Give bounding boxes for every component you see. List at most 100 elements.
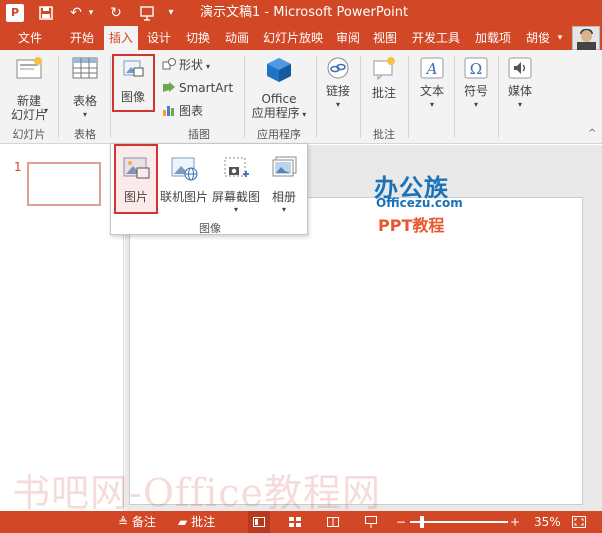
- ribbon: 新建 幻灯片 ▾ 幻灯片 表格 ▾ 表格 图像 形状 ▾ SmartArt 图表 …: [0, 50, 602, 144]
- shapes-icon: [162, 57, 176, 70]
- office-apps-label-1: Office: [261, 92, 297, 106]
- office-apps-button[interactable]: Office 应用程序 ▾: [248, 56, 310, 122]
- slide-thumbnail[interactable]: [27, 162, 101, 206]
- office-apps-icon: [267, 58, 291, 82]
- group-label-slides: 幻灯片: [12, 128, 46, 141]
- text-label: 文本: [419, 84, 444, 98]
- logo-url-text: Officezu.com: [376, 196, 463, 210]
- tab-developer[interactable]: 开发工具: [406, 26, 466, 50]
- slideshow-icon[interactable]: [362, 511, 380, 533]
- window-title: 演示文稿1 - Microsoft PowerPoint: [200, 5, 409, 20]
- shapes-dropdown-icon: ▾: [206, 62, 211, 71]
- tab-user-name[interactable]: 胡俊: [520, 26, 556, 50]
- picture-button-highlight: [114, 144, 158, 214]
- logo-bottom-text: PPT教程: [378, 216, 445, 235]
- smartart-icon: [162, 80, 176, 92]
- tab-view[interactable]: 视图: [368, 26, 402, 50]
- save-icon[interactable]: [36, 3, 56, 23]
- table-button[interactable]: 表格 ▾: [64, 56, 106, 122]
- photo-album-button[interactable]: 相册 ▾: [263, 148, 305, 214]
- undo-icon[interactable]: ↶: [66, 3, 86, 23]
- powerpoint-app-icon[interactable]: P: [6, 4, 24, 22]
- title-bar: P ↶ ▾ ↻ ▾ 演示文稿1 - Microsoft PowerPoint: [0, 0, 602, 26]
- start-from-beginning-icon[interactable]: [136, 3, 158, 23]
- online-pictures-button[interactable]: 联机图片: [159, 148, 209, 212]
- link-label: 链接: [325, 84, 350, 98]
- comments-icon: ▰: [178, 515, 188, 529]
- notes-icon: ≜: [118, 515, 129, 529]
- tab-review[interactable]: 审阅: [332, 26, 364, 50]
- redo-icon[interactable]: ↻: [106, 3, 126, 23]
- user-dropdown-icon[interactable]: ▾: [554, 26, 566, 50]
- undo-dropdown-icon[interactable]: ▾: [86, 3, 96, 23]
- symbol-button[interactable]: Ω 符号 ▾: [458, 56, 494, 112]
- screenshot-label: 屏幕截图: [211, 190, 260, 204]
- text-icon: A: [420, 57, 444, 79]
- reading-view-icon[interactable]: [324, 511, 342, 533]
- zoom-in-button[interactable]: +: [510, 511, 520, 533]
- tab-addins[interactable]: 加载项: [470, 26, 516, 50]
- notes-button[interactable]: ≜ 备注: [118, 511, 156, 533]
- text-button[interactable]: A 文本 ▾: [414, 56, 450, 112]
- media-label: 媒体: [507, 84, 532, 98]
- tab-animations[interactable]: 动画: [220, 26, 254, 50]
- speaker-icon: [508, 57, 532, 79]
- screenshot-icon: [224, 157, 249, 177]
- photo-album-label: 相册: [271, 190, 296, 204]
- status-bar: ≜ 备注 ▰ 批注 − + 35%: [0, 511, 602, 533]
- slide-canvas[interactable]: [129, 197, 583, 505]
- comment-icon: [373, 57, 395, 80]
- zoom-slider-handle[interactable]: [420, 516, 424, 528]
- online-pictures-icon: [171, 157, 198, 181]
- link-icon: [327, 57, 349, 79]
- chart-icon: [162, 103, 176, 116]
- tab-home[interactable]: 开始: [64, 26, 100, 50]
- symbol-dropdown-icon: ▾: [473, 100, 478, 109]
- comments-button[interactable]: ▰ 批注: [178, 511, 215, 533]
- avatar[interactable]: [572, 26, 600, 50]
- tab-transitions[interactable]: 切换: [180, 26, 216, 50]
- customize-toolbar-icon[interactable]: ▾: [164, 3, 178, 23]
- slide-sorter-icon[interactable]: [286, 511, 304, 533]
- comment-label: 批注: [371, 86, 396, 100]
- collapse-ribbon-icon[interactable]: ^: [588, 128, 596, 139]
- table-icon: [72, 57, 98, 79]
- group-label-apps: 应用程序: [257, 128, 301, 141]
- smartart-label: SmartArt: [179, 81, 234, 95]
- zoom-slider[interactable]: [410, 521, 508, 523]
- images-dropdown-group-label: 图像: [199, 222, 221, 235]
- new-slide-dropdown-icon: ▾: [44, 106, 49, 115]
- tab-insert[interactable]: 插入: [104, 26, 138, 50]
- shapes-label: 形状: [179, 58, 204, 72]
- chart-button[interactable]: 图表: [162, 102, 203, 120]
- new-slide-icon: [16, 57, 42, 79]
- tab-design[interactable]: 设计: [142, 26, 176, 50]
- smartart-button[interactable]: SmartArt: [162, 79, 233, 97]
- table-label: 表格: [72, 94, 97, 108]
- symbol-label: 符号: [463, 84, 488, 98]
- text-dropdown-icon: ▾: [429, 100, 434, 109]
- link-button[interactable]: 链接 ▾: [320, 56, 356, 112]
- fit-to-window-icon[interactable]: [572, 511, 586, 533]
- shapes-button[interactable]: 形状 ▾: [162, 56, 210, 74]
- svg-text:A: A: [425, 60, 438, 78]
- images-button-highlight: [112, 54, 155, 112]
- zoom-level[interactable]: 35%: [534, 511, 561, 533]
- watermark-text: 书吧网-Office教程网: [12, 471, 382, 515]
- comment-button[interactable]: 批注: [364, 56, 404, 100]
- photo-album-icon: [272, 156, 297, 177]
- screenshot-dropdown-icon: ▾: [233, 205, 238, 214]
- screenshot-button[interactable]: 屏幕截图 ▾: [211, 148, 261, 214]
- zoom-out-button[interactable]: −: [396, 511, 406, 533]
- slide-number: 1: [14, 160, 22, 174]
- media-dropdown-icon: ▾: [517, 100, 522, 109]
- media-button[interactable]: 媒体 ▾: [502, 56, 538, 112]
- new-slide-button[interactable]: 新建 幻灯片 ▾: [4, 56, 54, 122]
- tab-file[interactable]: 文件: [0, 26, 60, 50]
- group-label-comments: 批注: [373, 128, 395, 141]
- online-pictures-label: 联机图片: [159, 190, 208, 204]
- tab-slideshow[interactable]: 幻灯片放映: [258, 26, 328, 50]
- photo-album-dropdown-icon: ▾: [281, 205, 286, 214]
- normal-view-icon[interactable]: [248, 511, 270, 533]
- ribbon-tabs: 文件 开始 插入 设计 切换 动画 幻灯片放映 审阅 视图 开发工具 加载项 胡…: [0, 26, 602, 50]
